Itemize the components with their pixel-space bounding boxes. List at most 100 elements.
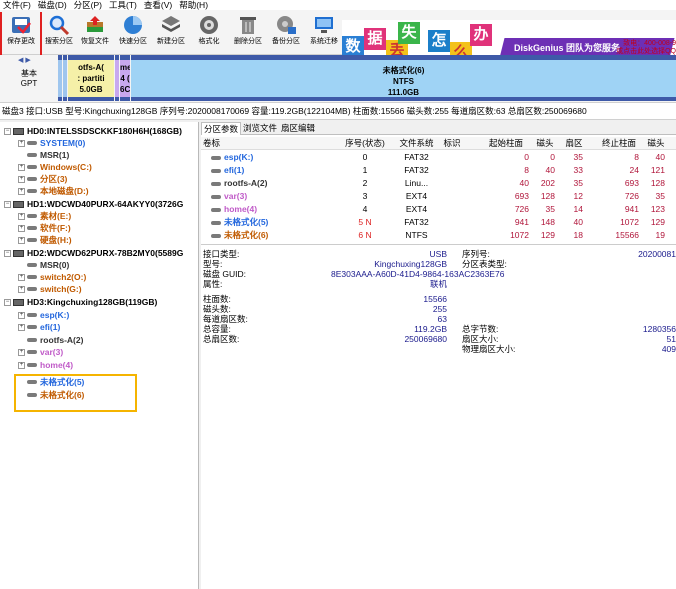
row-cell-eh: 19 — [655, 230, 665, 240]
partition-segment[interactable] — [115, 55, 119, 101]
tree-item[interactable]: + switch2(O:) — [18, 271, 86, 283]
tree-item[interactable]: + SYSTEM(0) — [18, 137, 85, 149]
menu-file[interactable]: 文件(F) — [3, 0, 31, 10]
partition-icon — [211, 182, 221, 186]
banner-tile: 办 — [470, 24, 492, 46]
quick-partition-button[interactable]: 快速分区 — [113, 12, 153, 50]
tree-item[interactable]: + 分区(3) — [18, 173, 67, 185]
tree-item[interactable]: MSR(0) — [27, 259, 69, 271]
partition-segment[interactable] — [63, 55, 67, 101]
tree-item[interactable]: + efi(1) — [18, 321, 60, 333]
tree-item[interactable]: + var(3) — [18, 346, 63, 358]
harddisk-icon — [13, 249, 24, 257]
row-volume-name: 未格式化(6) — [211, 229, 339, 242]
row-cell-fs: FAT32 — [404, 165, 429, 175]
partition-icon — [27, 165, 37, 169]
row-cell-eh: 123 — [650, 204, 665, 214]
format-button[interactable]: 格式化 — [189, 12, 229, 50]
row-cell-ec: 941 — [624, 204, 639, 214]
delete-partition-button[interactable]: 删除分区 — [228, 12, 268, 50]
search-partition-button[interactable]: 搜索分区 — [39, 12, 79, 50]
harddisk-icon — [13, 127, 24, 135]
tree-disk-hd1[interactable]: − HD1:WDCWD40PURX-64AKYY0(3726G — [4, 198, 183, 210]
detail-panel: 分区参数 浏览文件 扇区编辑 卷标 序号(状态) 文件系统 标识 起始柱面 磁头… — [201, 122, 676, 589]
table-row[interactable]: 未格式化(6) 6 N NTFS 1072 129 18 15566 19 — [201, 229, 676, 242]
tree-item[interactable]: + 本地磁盘(D:) — [18, 185, 89, 197]
disk-map: ◀ ▶ 基本 GPT otfs-A( : partiti 5.0GB me 4 … — [0, 55, 676, 102]
partition-icon — [27, 287, 37, 291]
tree-disk-hd0[interactable]: − HD0:INTELSSDSCKKF180H6H(168GB) — [4, 125, 182, 137]
table-row[interactable]: efi(1) 1 FAT32 8 40 33 24 121 — [201, 164, 676, 177]
menu-help[interactable]: 帮助(H) — [179, 0, 208, 10]
toolbar: 保存更改 搜索分区 恢复文件 快速分区 新建分区 格式化 删除分区 备份分区 系… — [0, 10, 676, 65]
hotline-text: 致电：400-008-9 或点击此处选择QQ — [616, 40, 676, 55]
tree-item[interactable]: + Windows(C:) — [18, 161, 92, 173]
table-row[interactable]: 未格式化(5) 5 N FAT32 941 148 40 1072 129 — [201, 216, 676, 229]
system-migrate-button[interactable]: 系统迁移 — [304, 12, 344, 50]
partition-icon — [27, 338, 37, 342]
menu-view[interactable]: 查看(V) — [144, 0, 172, 10]
table-row[interactable]: home(4) 4 EXT4 726 35 14 941 123 — [201, 203, 676, 216]
backup-partition-button[interactable]: 备份分区 — [266, 12, 306, 50]
row-cell-seq: 5 N — [358, 217, 372, 227]
partition-segment-rootfs[interactable]: otfs-A( : partiti 5.0GB — [68, 55, 114, 101]
partition-icon — [27, 189, 37, 193]
tree-item[interactable]: + 素材(E:) — [18, 210, 71, 222]
row-cell-ss: 14 — [573, 204, 583, 214]
partition-icon — [27, 325, 37, 329]
row-cell-ss: 35 — [573, 178, 583, 188]
partition-icon — [27, 313, 37, 317]
tree-item[interactable]: rootfs-A(2) — [27, 334, 83, 346]
partition-icon — [211, 221, 221, 225]
row-cell-fs: FAT32 — [404, 152, 429, 162]
tab-sector-edit[interactable]: 扇区编辑 — [279, 122, 317, 135]
tree-item[interactable]: MSR(1) — [27, 149, 69, 161]
search-icon — [49, 15, 70, 36]
row-cell-sc: 1072 — [510, 230, 529, 240]
row-volume-name: efi(1) — [211, 164, 339, 177]
row-cell-ec: 1072 — [620, 217, 639, 227]
table-row[interactable]: var(3) 3 EXT4 693 128 12 726 35 — [201, 190, 676, 203]
tab-partition-params[interactable]: 分区参数 — [201, 122, 242, 135]
unformatted-highlight — [14, 374, 137, 412]
menu-disk[interactable]: 磁盘(D) — [38, 0, 67, 10]
partition-segment-unformatted-6[interactable]: 未格式化(6) NTFS 111.0GB — [131, 55, 676, 101]
row-cell-sh: 202 — [540, 178, 555, 188]
disk-type-label: 基本 GPT — [20, 69, 38, 88]
row-cell-sc: 8 — [524, 165, 529, 175]
partition-segment[interactable] — [58, 55, 62, 101]
tree-disk-hd3[interactable]: − HD3:Kingchuxing128GB(119GB) — [4, 296, 157, 308]
menu-partition[interactable]: 分区(P) — [74, 0, 102, 10]
tree-item[interactable]: + switch(G:) — [18, 283, 82, 295]
menu-tools[interactable]: 工具(T) — [109, 0, 137, 10]
partition-icon — [27, 363, 37, 367]
new-partition-button[interactable]: 新建分区 — [151, 12, 191, 50]
tree-item[interactable]: + 硬盘(H:) — [18, 234, 72, 246]
disk-tree: − HD0:INTELSSDSCKKF180H6H(168GB) + SYSTEM(… — [0, 122, 199, 589]
menu-bar: 文件(F) 磁盘(D) 分区(P) 工具(T) 查看(V) 帮助(H) — [0, 0, 676, 10]
nav-arrows[interactable]: ◀ ▶ — [18, 56, 31, 64]
row-cell-eh: 35 — [655, 191, 665, 201]
row-cell-ss: 35 — [573, 152, 583, 162]
row-cell-sc: 726 — [514, 204, 529, 214]
tree-item[interactable]: + home(4) — [18, 359, 73, 371]
row-cell-sh: 129 — [540, 230, 555, 240]
table-row[interactable]: rootfs-A(2) 2 Linu... 40 202 35 693 128 — [201, 177, 676, 190]
table-row[interactable]: esp(K:) 0 FAT32 0 0 35 8 40 — [201, 151, 676, 164]
row-cell-ec: 726 — [624, 191, 639, 201]
row-cell-eh: 40 — [655, 152, 665, 162]
row-cell-seq: 2 — [362, 178, 368, 188]
recover-icon — [87, 16, 103, 32]
tree-disk-hd2[interactable]: − HD2:WDCWD62PURX-78B2MY0(5589G — [4, 247, 183, 259]
row-volume-name: esp(K:) — [211, 151, 339, 164]
partition-segment-home[interactable]: me 4 ( 6C — [120, 55, 130, 101]
tab-browse-files[interactable]: 浏览文件 — [241, 122, 279, 135]
partition-icon — [211, 195, 221, 199]
tree-item[interactable]: + 软件(F:) — [18, 222, 71, 234]
new-partition-icon — [162, 16, 180, 32]
row-volume-name: var(3) — [211, 190, 339, 203]
harddisk-icon — [13, 298, 24, 306]
tree-item[interactable]: + esp(K:) — [18, 309, 69, 321]
recover-files-button[interactable]: 恢复文件 — [75, 12, 115, 50]
row-cell-seq: 4 — [362, 204, 368, 214]
